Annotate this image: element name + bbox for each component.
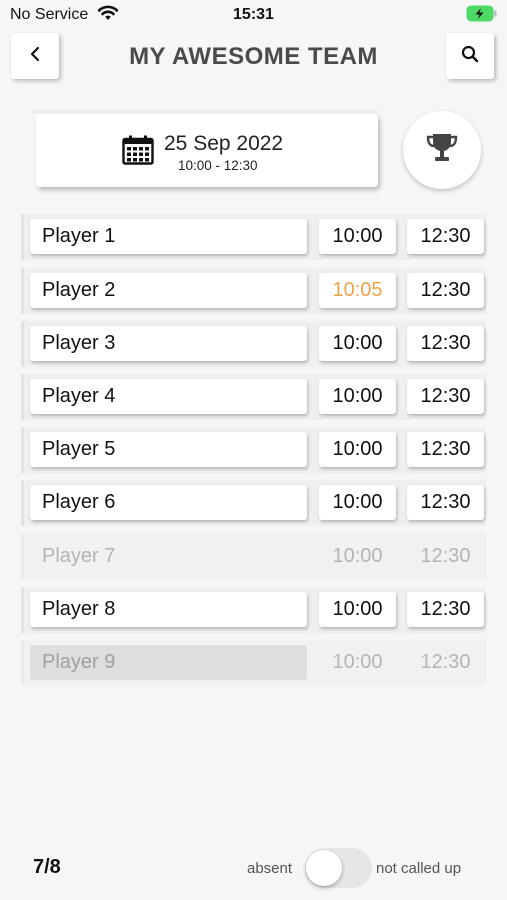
- search-icon: [461, 45, 479, 68]
- player-row-not-called-up[interactable]: Player 9 10:00 12:30: [21, 640, 486, 686]
- player-row[interactable]: Player 4 10:00 12:30: [21, 374, 486, 420]
- player-start-time[interactable]: 10:00: [319, 485, 396, 520]
- player-row[interactable]: Player 3 10:00 12:30: [21, 321, 486, 367]
- player-row[interactable]: Player 6 10:00 12:30: [21, 480, 486, 526]
- player-row[interactable]: Player 5 10:00 12:30: [21, 427, 486, 473]
- player-name[interactable]: Player 2: [30, 273, 307, 308]
- player-end-time[interactable]: 12:30: [407, 219, 484, 254]
- player-name[interactable]: Player 1: [30, 219, 307, 254]
- player-row-absent[interactable]: Player 7 10:00 12:30: [21, 534, 486, 580]
- player-name[interactable]: Player 5: [30, 432, 307, 467]
- player-start-time[interactable]: 10:00: [319, 219, 396, 254]
- player-row[interactable]: Player 1 10:00 12:30: [21, 214, 486, 260]
- attendance-count: 7/8: [33, 856, 61, 878]
- player-end-time[interactable]: 12:30: [407, 432, 484, 467]
- trophy-icon: [425, 132, 459, 169]
- player-name[interactable]: Player 7: [30, 539, 307, 574]
- status-time: 15:31: [233, 6, 274, 23]
- player-start-time[interactable]: 10:00: [319, 645, 396, 680]
- player-end-time[interactable]: 12:30: [407, 379, 484, 414]
- chevron-left-icon: [28, 46, 42, 67]
- player-start-time[interactable]: 10:00: [319, 539, 396, 574]
- toggle-left-label: absent: [247, 860, 293, 877]
- player-end-time[interactable]: 12:30: [407, 273, 484, 308]
- player-name[interactable]: Player 9: [30, 645, 307, 680]
- player-end-time[interactable]: 12:30: [407, 539, 484, 574]
- back-button[interactable]: [11, 33, 59, 79]
- player-end-time[interactable]: 12:30: [407, 485, 484, 520]
- event-time-range: 10:00 - 12:30: [178, 158, 258, 173]
- page-title: MY AWESOME TEAM: [129, 43, 378, 70]
- absent-not-called-up-toggle[interactable]: [305, 848, 372, 888]
- toggle-knob[interactable]: [306, 850, 342, 886]
- player-name[interactable]: Player 8: [30, 592, 307, 627]
- player-start-time[interactable]: 10:00: [319, 379, 396, 414]
- player-name[interactable]: Player 4: [30, 379, 307, 414]
- battery-charging-icon: [466, 5, 498, 22]
- status-bar: No Service 15:31: [0, 0, 507, 30]
- player-name[interactable]: Player 3: [30, 326, 307, 361]
- search-button[interactable]: [446, 33, 494, 79]
- player-start-time[interactable]: 10:00: [319, 432, 396, 467]
- event-date: 25 Sep 2022: [164, 132, 284, 155]
- toggle-right-label: not called up: [376, 860, 462, 877]
- player-row[interactable]: Player 8 10:00 12:30: [21, 587, 486, 633]
- trophy-button[interactable]: [403, 111, 481, 189]
- player-end-time[interactable]: 12:30: [407, 645, 484, 680]
- player-start-time[interactable]: 10:00: [319, 592, 396, 627]
- player-row[interactable]: Player 2 10:05 12:30: [21, 268, 486, 314]
- player-name[interactable]: Player 6: [30, 485, 307, 520]
- player-end-time[interactable]: 12:30: [407, 592, 484, 627]
- player-start-time[interactable]: 10:00: [319, 326, 396, 361]
- calendar-icon: [122, 135, 154, 170]
- player-end-time[interactable]: 12:30: [407, 326, 484, 361]
- event-date-card[interactable]: 25 Sep 2022 10:00 - 12:30: [32, 110, 378, 187]
- player-start-time[interactable]: 10:05: [319, 273, 396, 308]
